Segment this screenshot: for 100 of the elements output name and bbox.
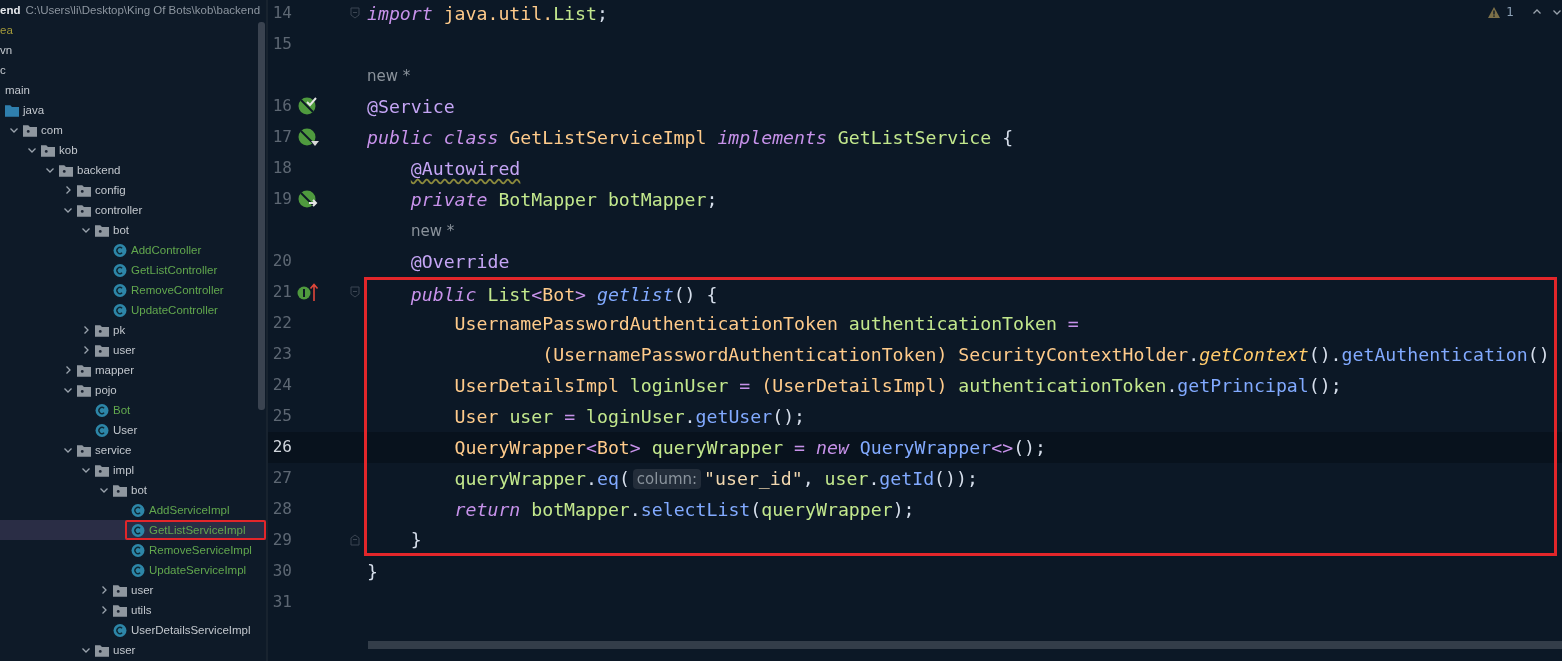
tree-item[interactable]: UpdateServiceImpl [0, 560, 266, 580]
class-icon [131, 523, 145, 537]
class-icon [131, 543, 145, 557]
line-number: 28 [272, 499, 292, 518]
chevron-down-icon[interactable] [81, 465, 91, 475]
tree-item[interactable]: bot [0, 480, 266, 500]
tree-item[interactable]: controller [0, 200, 266, 220]
tree-item[interactable]: user [0, 640, 266, 660]
usage-hint[interactable]: new * [367, 66, 411, 85]
tree-item[interactable]: user [0, 580, 266, 600]
class-icon [113, 303, 127, 317]
code-text: @Service [367, 96, 455, 117]
tree-item[interactable]: vn [0, 40, 266, 60]
chevron-right-icon[interactable] [99, 605, 109, 615]
tree-item[interactable]: User [0, 420, 266, 440]
code-text: "user_id", user.getId()); [704, 468, 978, 489]
usage-hint[interactable]: new * [411, 221, 455, 240]
scrollbar[interactable] [258, 22, 265, 410]
tree-item[interactable]: GetListServiceImpl [0, 520, 266, 540]
line-number: 22 [272, 313, 292, 332]
code-text: User user = loginUser.getUser(); [453, 406, 806, 427]
package-icon [113, 603, 127, 617]
chevron-down-icon[interactable] [63, 445, 73, 455]
tree-item[interactable]: backend [0, 160, 266, 180]
tree-item[interactable]: java [0, 100, 266, 120]
code-text: private BotMapper botMapper; [409, 189, 718, 210]
class-icon [131, 563, 145, 577]
chevron-right-icon[interactable] [99, 585, 109, 595]
package-icon [77, 443, 91, 457]
line-number: 20 [272, 251, 292, 270]
tree-item[interactable]: AddController [0, 240, 266, 260]
folder-icon [5, 103, 19, 117]
chevron-down-icon[interactable] [27, 145, 37, 155]
chevron-down-icon[interactable] [81, 225, 91, 235]
code-text: queryWrapper.eq( [453, 468, 630, 489]
chevron-right-icon[interactable] [81, 325, 91, 335]
code-text: public List<Bot> getlist() { [409, 283, 718, 305]
tree-item[interactable]: service [0, 440, 266, 460]
tree-item[interactable]: pojo [0, 380, 266, 400]
tree-item[interactable]: AddServiceImpl [0, 500, 266, 520]
package-icon [95, 343, 109, 357]
tree-item[interactable]: UserDetailsServiceImpl [0, 620, 266, 640]
bean-icon[interactable] [297, 127, 321, 147]
line-number: 16 [272, 96, 292, 115]
chevron-down-icon[interactable] [63, 385, 73, 395]
package-icon [23, 123, 37, 137]
line-number: 29 [272, 530, 292, 549]
chevron-down-icon[interactable] [81, 645, 91, 655]
chevron-down-icon[interactable] [9, 125, 19, 135]
tree-item[interactable]: kob [0, 140, 266, 160]
warning-count: 1 [1506, 5, 1514, 19]
code-text: import java.util.List; [367, 3, 608, 24]
line-number: 17 [272, 127, 292, 146]
code-text: public class GetListServiceImpl implements GetListService { [367, 127, 1014, 148]
class-icon [113, 243, 127, 257]
chevron-down-icon[interactable] [99, 485, 109, 495]
chevron-right-icon[interactable] [63, 185, 73, 195]
tree-item[interactable]: c [0, 60, 266, 80]
class-icon [113, 263, 127, 277]
tree-item[interactable]: Bot [0, 400, 266, 420]
chevron-right-icon[interactable] [63, 365, 73, 375]
chevron-down-icon[interactable] [45, 165, 55, 175]
tree-item[interactable]: com [0, 120, 266, 140]
package-icon [95, 323, 109, 337]
tree-item[interactable]: RemoveServiceImpl [0, 540, 266, 560]
class-icon [113, 283, 127, 297]
tree-item[interactable]: RemoveController [0, 280, 266, 300]
tree-item[interactable]: UpdateController [0, 300, 266, 320]
package-icon [77, 383, 91, 397]
class-icon [95, 423, 109, 437]
chevron-right-icon[interactable] [81, 345, 91, 355]
tree-item[interactable]: main [0, 80, 266, 100]
line-number: 15 [272, 34, 292, 53]
code-text: QueryWrapper<Bot> queryWrapper = new QueryWrapper<>(); [453, 437, 1046, 458]
package-icon [95, 223, 109, 237]
tree-item[interactable]: mapper [0, 360, 266, 380]
code-text: UsernamePasswordAuthenticationToken authenticationToken = [453, 313, 1079, 334]
line-number: 24 [272, 375, 292, 394]
warning-icon[interactable] [1488, 6, 1501, 18]
package-icon [113, 583, 127, 597]
code-text: @Autowired [409, 158, 521, 179]
tree-item[interactable]: user [0, 340, 266, 360]
chevron-down-icon[interactable] [63, 205, 73, 215]
tree-item[interactable]: utils [0, 600, 266, 620]
line-number: 26 [272, 437, 292, 456]
tree-item[interactable]: pk [0, 320, 266, 340]
tree-item[interactable]: config [0, 180, 266, 200]
code-text: (UsernamePasswordAuthenticationToken) SecurityContextHolder.getContext().getAuthentication() [541, 344, 1550, 365]
chevron-down-icon[interactable] [1552, 7, 1562, 17]
tree-item[interactable]: ea [0, 20, 266, 40]
package-icon [59, 163, 73, 177]
scrollbar[interactable] [368, 641, 1562, 649]
code-text: } [367, 561, 378, 582]
implements-icon[interactable] [297, 282, 321, 302]
parameter-hint: column: [632, 468, 702, 489]
package-icon [41, 143, 55, 157]
tree-item[interactable]: bot [0, 220, 266, 240]
line-number: 21 [272, 282, 292, 301]
tree-item[interactable]: GetListController [0, 260, 266, 280]
tree-item[interactable]: impl [0, 460, 266, 480]
